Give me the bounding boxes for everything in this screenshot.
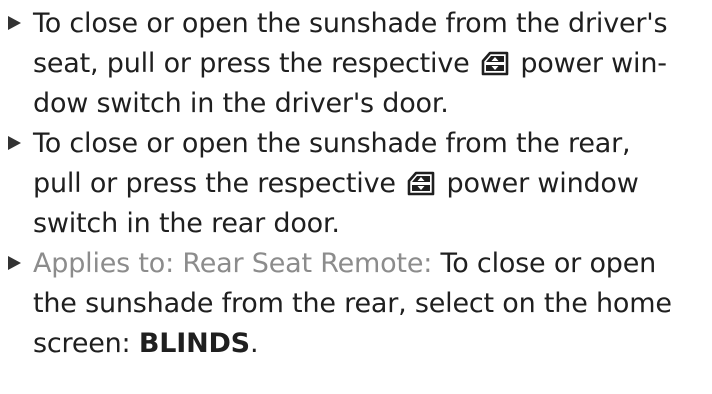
bullet-arrow-icon — [8, 16, 21, 30]
list-item: To close or open the sunshade from the r… — [6, 124, 712, 244]
bullet-arrow-icon — [8, 256, 21, 270]
text-line: pull or press the respective power windo… — [33, 164, 712, 204]
applies-to-label: Applies to: Rear Seat Remote: — [33, 248, 433, 279]
list-item: To close or open the sunshade from the d… — [6, 4, 712, 124]
bullet-arrow-icon — [8, 136, 21, 150]
power-window-switch-icon — [481, 51, 509, 76]
text-segment: screen: — [33, 328, 131, 359]
list-item: Applies to: Rear Seat Remote: To close o… — [6, 244, 712, 364]
text-segment: power window — [446, 168, 639, 199]
text-line: seat, pull or press the respective power… — [33, 44, 712, 84]
text-line: dow switch in the driver's door. — [33, 88, 449, 119]
text-segment: . — [249, 328, 259, 359]
text-line: the sunshade from the rear, select on th… — [33, 288, 672, 319]
document-page: To close or open the sunshade from the d… — [0, 0, 712, 394]
text-line: Applies to: Rear Seat Remote: To close o… — [33, 244, 712, 284]
blinds-menu-label: BLINDS — [138, 328, 250, 359]
instruction-list: To close or open the sunshade from the d… — [6, 4, 712, 364]
power-window-switch-icon — [407, 171, 435, 196]
text-segment: power win- — [520, 48, 667, 79]
text-line: To close or open the sunshade from the d… — [33, 8, 668, 39]
text-segment: seat, pull or press the respective — [33, 48, 470, 79]
text-segment: pull or press the respective — [33, 168, 396, 199]
text-line: screen: BLINDS. — [33, 324, 712, 364]
text-segment: To close or open — [440, 248, 657, 279]
text-line: To close or open the sunshade from the r… — [33, 128, 631, 159]
text-line: switch in the rear door. — [33, 208, 340, 239]
